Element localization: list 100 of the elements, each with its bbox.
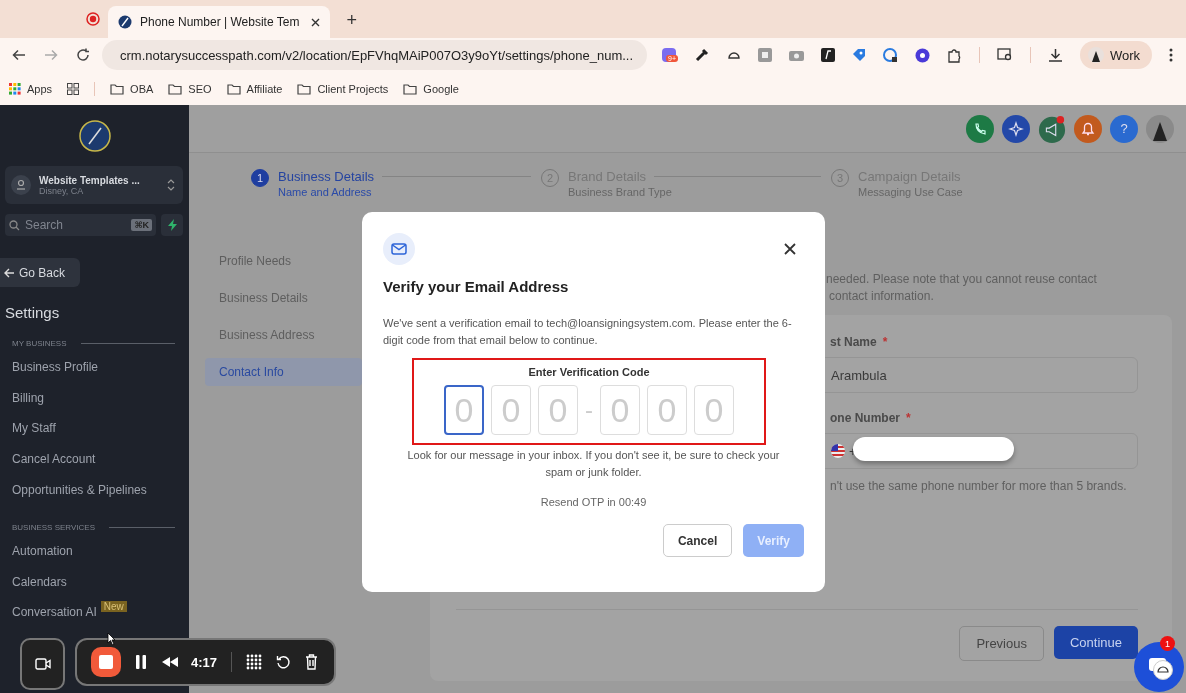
help-button[interactable]: ? bbox=[1110, 114, 1138, 143]
sidebar-item[interactable]: Cancel Account bbox=[12, 452, 96, 467]
search-field[interactable]: Search ⌘K bbox=[5, 214, 156, 236]
field-label: one Number bbox=[830, 411, 900, 425]
sidebar-item[interactable]: Opportunities & Pipelines bbox=[12, 482, 147, 497]
tab-title: Phone Number | Website Tem bbox=[140, 15, 301, 29]
assistant-icon bbox=[1153, 660, 1173, 680]
sidebar-item[interactable]: Business Profile bbox=[12, 360, 99, 375]
required-mark: * bbox=[906, 411, 911, 425]
bookmark[interactable]: Client Projects bbox=[297, 82, 389, 95]
shortcut-key: ⌘K bbox=[131, 219, 152, 231]
required-mark: * bbox=[882, 335, 888, 349]
code-label: Enter Verification Code bbox=[528, 366, 650, 378]
sidebar-item[interactable]: Billing bbox=[12, 390, 44, 405]
bookmark[interactable]: OBA bbox=[110, 82, 154, 95]
grid-dots-icon[interactable] bbox=[246, 654, 263, 670]
download-icon[interactable] bbox=[1048, 47, 1063, 63]
bookmark[interactable]: Affiliate bbox=[226, 82, 283, 95]
phone-icon[interactable] bbox=[966, 114, 994, 143]
section-label: BUSINESS SERVICES bbox=[12, 522, 95, 532]
field-label: st Name bbox=[830, 335, 877, 349]
avatar-icon bbox=[1088, 47, 1104, 63]
logo-icon bbox=[78, 120, 111, 152]
new-badge: New bbox=[100, 600, 127, 612]
camera-icon bbox=[34, 658, 51, 670]
help-text: Look for our message in your inbox. If you don't see it, be sure to check your spam or junk folder. bbox=[406, 448, 781, 480]
note-text: contact information. bbox=[828, 288, 935, 305]
location-switcher[interactable]: Website Templates ... Disney, CA bbox=[5, 166, 183, 204]
avatar-icon[interactable] bbox=[1146, 114, 1174, 143]
megaphone-icon[interactable] bbox=[1038, 114, 1066, 143]
search-icon bbox=[9, 219, 20, 231]
menu-icon[interactable] bbox=[1169, 48, 1174, 62]
step-number: 1 bbox=[251, 169, 269, 187]
restart-icon[interactable] bbox=[276, 654, 292, 670]
camera-icon[interactable] bbox=[789, 49, 804, 61]
sidebar-item[interactable]: Automation bbox=[12, 544, 73, 559]
bell-icon[interactable] bbox=[1074, 114, 1102, 143]
resend-timer: Resend OTP in 00:49 bbox=[539, 496, 648, 508]
code-separator: - bbox=[585, 396, 593, 424]
sparkle-icon[interactable] bbox=[1002, 114, 1030, 143]
dialog-title: Verify your Email Address bbox=[383, 278, 570, 295]
extension-icon[interactable] bbox=[821, 48, 835, 62]
tab-search-icon[interactable] bbox=[997, 48, 1013, 62]
sidebar-item[interactable]: Calendars bbox=[12, 574, 67, 589]
extension-icon[interactable] bbox=[915, 47, 930, 63]
trash-icon[interactable] bbox=[305, 654, 319, 670]
step-subtitle: Name and Address bbox=[278, 186, 373, 198]
close-icon[interactable] bbox=[784, 243, 796, 255]
new-tab-button[interactable]: + bbox=[346, 10, 357, 31]
record-icon[interactable] bbox=[86, 12, 100, 26]
go-back-button[interactable]: Go Back bbox=[0, 258, 80, 287]
account-name: Website Templates ... bbox=[39, 174, 141, 186]
profile-button[interactable]: Work bbox=[1080, 41, 1153, 69]
folder-icon bbox=[168, 82, 183, 95]
flag-icon bbox=[831, 444, 845, 458]
bookmark[interactable]: Google bbox=[403, 82, 459, 95]
bookmark[interactable]: SEO bbox=[168, 82, 212, 95]
pause-icon[interactable] bbox=[135, 655, 147, 669]
arrow-left-icon bbox=[4, 267, 15, 278]
previous-button[interactable]: Previous bbox=[959, 626, 1044, 661]
extension-icon[interactable] bbox=[883, 47, 898, 63]
hint-text: n't use the same phone number for more than 5 brands. bbox=[830, 479, 1128, 493]
search-input[interactable]: Search bbox=[25, 218, 127, 232]
folder-icon bbox=[297, 82, 312, 95]
settings-heading: Settings bbox=[5, 304, 61, 321]
address-bar[interactable]: crm.notarysuccesspath.com/v2/location/EpFVhqMAiP007O3y9oYt/settings/phone_num... bbox=[102, 40, 647, 70]
apps-grid-icon bbox=[9, 82, 21, 95]
sidebar-item[interactable]: Conversation AI bbox=[12, 605, 97, 620]
chevron-icon bbox=[167, 178, 175, 192]
folder-icon bbox=[110, 82, 125, 95]
stop-button[interactable] bbox=[91, 647, 121, 677]
account-location: Disney, CA bbox=[39, 185, 84, 196]
browser-tab[interactable]: Phone Number | Website Tem bbox=[108, 6, 331, 38]
back-icon[interactable] bbox=[12, 48, 26, 62]
site-icon bbox=[118, 15, 132, 29]
recording-time: 4:17 bbox=[191, 654, 218, 670]
section-label: MY BUSINESS bbox=[12, 339, 67, 348]
camera-button[interactable] bbox=[20, 638, 65, 690]
continue-button[interactable]: Continue bbox=[1053, 626, 1138, 659]
bookmark[interactable]: Apps bbox=[9, 82, 53, 95]
extension-icon[interactable] bbox=[727, 49, 741, 61]
envelope-icon bbox=[383, 233, 415, 265]
cursor-icon bbox=[107, 632, 116, 646]
note-text: needed. Please note that you cannot reuse contact bbox=[826, 271, 1098, 288]
tag-icon[interactable] bbox=[852, 48, 866, 62]
lightning-icon bbox=[167, 219, 177, 231]
folder-icon bbox=[403, 82, 418, 95]
dialog-message: We've sent a verification email to tech@loansigningsystem.com. Please enter the 6-digit code from that email below to continue. bbox=[383, 316, 793, 348]
sidebar-item[interactable]: My Staff bbox=[12, 421, 56, 436]
quick-action-button[interactable] bbox=[161, 214, 183, 236]
location-pin-icon bbox=[11, 175, 31, 195]
close-icon[interactable] bbox=[311, 17, 321, 27]
grid-icon[interactable] bbox=[67, 82, 80, 95]
folder-icon bbox=[226, 82, 241, 95]
cancel-button[interactable]: Cancel bbox=[662, 524, 733, 557]
rewind-icon[interactable] bbox=[161, 656, 179, 668]
url-text: crm.notarysuccesspath.com/v2/location/EpFVhqMAiP007O3y9oYt/settings/phone_num... bbox=[120, 47, 634, 63]
puzzle-icon[interactable] bbox=[947, 47, 962, 63]
reload-icon[interactable] bbox=[76, 48, 90, 62]
eyedropper-icon[interactable] bbox=[694, 47, 710, 63]
